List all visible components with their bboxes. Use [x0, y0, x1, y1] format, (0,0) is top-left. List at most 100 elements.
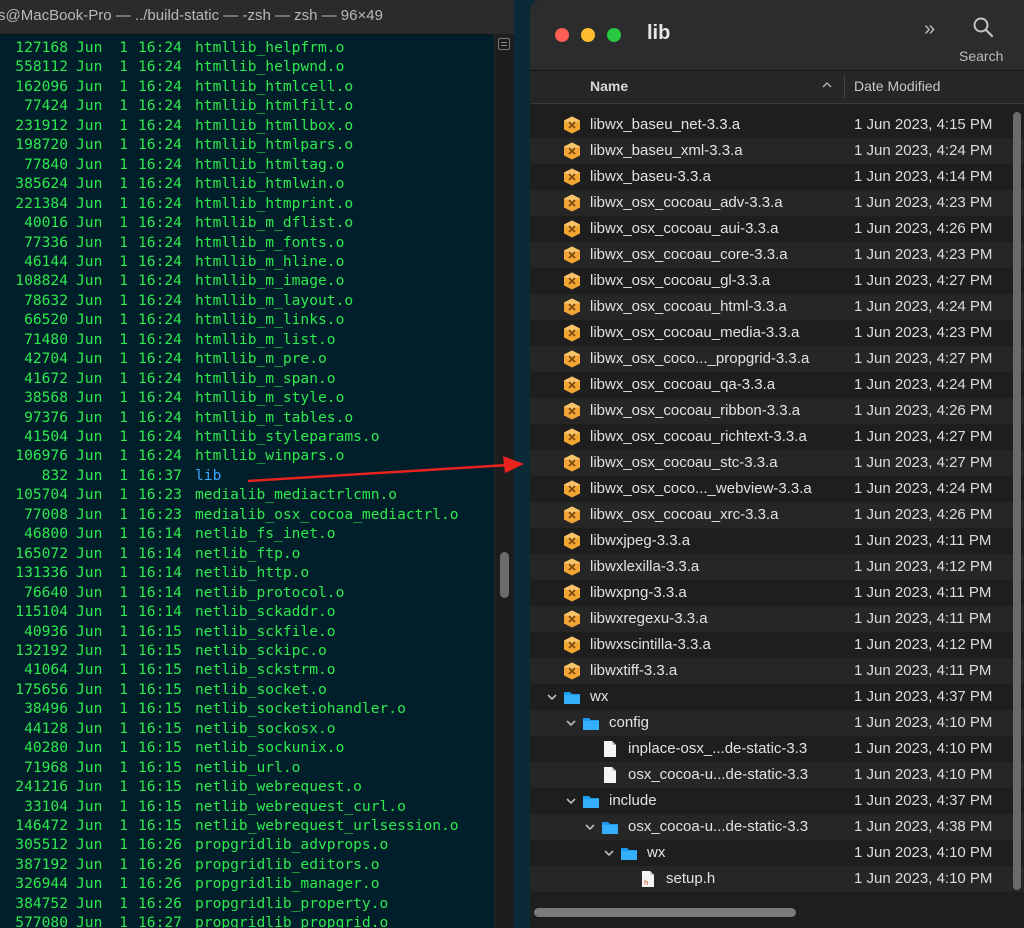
- file-time: 16:15: [138, 700, 182, 718]
- terminal-scrollbar[interactable]: [494, 34, 514, 928]
- scrollbar-menu-icon[interactable]: [498, 38, 510, 50]
- vertical-scroll-thumb[interactable]: [1013, 112, 1021, 890]
- file-name: libwxregexu-3.3.a: [590, 610, 708, 627]
- file-row[interactable]: libwxscintilla-3.3.a 1 Jun 2023, 4:12 PM: [530, 632, 1024, 658]
- file-size: 131336: [15, 564, 68, 582]
- folder-row[interactable]: include 1 Jun 2023, 4:37 PM: [530, 788, 1024, 814]
- file-month: Jun: [76, 641, 103, 659]
- file-row[interactable]: libwx_osx_cocoau_qa-3.3.a 1 Jun 2023, 4:2…: [530, 372, 1024, 398]
- file-row[interactable]: libwxregexu-3.3.a 1 Jun 2023, 4:11 PM: [530, 606, 1024, 632]
- chevron-down-icon[interactable]: [566, 796, 576, 806]
- file-row[interactable]: libwx_osx_cocoau_media-3.3.a 1 Jun 2023, …: [530, 320, 1024, 346]
- file-row[interactable]: libwx_osx_cocoau_core-3.3.a 1 Jun 2023, 4…: [530, 242, 1024, 268]
- file-name: netlib_webrequest_curl.o: [195, 797, 406, 815]
- file-month: Jun: [76, 447, 103, 465]
- close-button[interactable]: [555, 28, 569, 42]
- date-modified: 1 Jun 2023, 4:23 PM: [854, 194, 993, 211]
- file-name: lib: [195, 466, 222, 484]
- file-row[interactable]: libwxjpeg-3.3.a 1 Jun 2023, 4:11 PM: [530, 528, 1024, 554]
- file-time: 16:24: [138, 311, 182, 329]
- file-row[interactable]: libwxtiff-3.3.a 1 Jun 2023, 4:11 PM: [530, 658, 1024, 684]
- archive-file-icon: [564, 662, 580, 680]
- file-size: 305512: [15, 836, 68, 854]
- file-row[interactable]: libwx_osx_cocoau_richtext-3.3.a 1 Jun 202…: [530, 424, 1024, 450]
- file-row[interactable]: libwx_osx_cocoau_xrc-3.3.a 1 Jun 2023, 4:…: [530, 502, 1024, 528]
- file-day: 1: [119, 447, 128, 465]
- file-day: 1: [119, 680, 128, 698]
- date-modified: 1 Jun 2023, 4:15 PM: [854, 116, 993, 133]
- archive-file-icon: [564, 636, 580, 654]
- archive-file-icon: [564, 350, 580, 368]
- file-month: Jun: [76, 466, 103, 484]
- file-row[interactable]: libwx_osx_cocoau_ribbon-3.3.a 1 Jun 2023,…: [530, 398, 1024, 424]
- file-month: Jun: [76, 564, 103, 582]
- file-row[interactable]: libwx_osx_cocoau_html-3.3.a 1 Jun 2023, 4…: [530, 294, 1024, 320]
- column-divider[interactable]: [844, 75, 845, 99]
- terminal-titlebar[interactable]: s@MacBook-Pro — ../build-static — -zsh —…: [0, 0, 514, 35]
- folder-row[interactable]: osx_cocoa-u...de-static-3.3 1 Jun 2023, 4…: [530, 814, 1024, 840]
- file-name: netlib_webrequest.o: [195, 778, 362, 796]
- column-header-date-modified[interactable]: Date Modified: [854, 78, 940, 94]
- file-row[interactable]: libwx_osx_coco..._webview-3.3.a 1 Jun 202…: [530, 476, 1024, 502]
- file-size: 221384: [15, 194, 68, 212]
- file-size: 241216: [15, 778, 68, 796]
- terminal-output[interactable]: 127168 Jun 1 16:24 htmllib_helpfrm.o 558112 Ju…: [0, 38, 496, 928]
- archive-file-icon: [564, 376, 580, 394]
- archive-file-icon: [564, 532, 580, 550]
- archive-file-icon: [564, 480, 580, 498]
- terminal-scroll-thumb[interactable]: [500, 552, 509, 598]
- folder-icon: [621, 848, 637, 860]
- chevron-double-right-icon[interactable]: »: [924, 18, 935, 41]
- file-row[interactable]: libwxpng-3.3.a 1 Jun 2023, 4:11 PM: [530, 580, 1024, 606]
- date-modified: 1 Jun 2023, 4:37 PM: [854, 688, 993, 705]
- archive-file-icon: [564, 558, 580, 576]
- file-row[interactable]: libwx_baseu-3.3.a 1 Jun 2023, 4:14 PM: [530, 164, 1024, 190]
- folder-row[interactable]: config 1 Jun 2023, 4:10 PM: [530, 710, 1024, 736]
- minimize-button[interactable]: [581, 28, 595, 42]
- file-row[interactable]: libwxlexilla-3.3.a 1 Jun 2023, 4:12 PM: [530, 554, 1024, 580]
- file-size: 77336: [24, 233, 68, 251]
- search-label[interactable]: Search: [959, 48, 1003, 64]
- file-name: netlib_protocol.o: [195, 583, 345, 601]
- chevron-down-icon[interactable]: [604, 848, 614, 858]
- file-row[interactable]: h setup.h 1 Jun 2023, 4:10 PM: [530, 866, 1024, 892]
- folder-row[interactable]: wx 1 Jun 2023, 4:37 PM: [530, 684, 1024, 710]
- archive-file-icon: [564, 194, 580, 212]
- date-modified: 1 Jun 2023, 4:27 PM: [854, 272, 993, 289]
- file-row[interactable]: libwx_osx_cocoau_adv-3.3.a 1 Jun 2023, 4:…: [530, 190, 1024, 216]
- file-row[interactable]: libwx_baseu_net-3.3.a 1 Jun 2023, 4:15 PM: [530, 112, 1024, 138]
- file-row[interactable]: libwx_osx_cocoau_aui-3.3.a 1 Jun 2023, 4:…: [530, 216, 1024, 242]
- file-time: 16:15: [138, 758, 182, 776]
- file-month: Jun: [76, 428, 103, 445]
- file-month: Jun: [76, 369, 103, 387]
- file-day: 1: [119, 136, 128, 154]
- chevron-down-icon[interactable]: [566, 718, 576, 728]
- archive-file-icon: [564, 402, 580, 420]
- horizontal-scroll-thumb[interactable]: [534, 908, 796, 917]
- file-row[interactable]: osx_cocoa-u...de-static-3.3 1 Jun 2023, 4…: [530, 762, 1024, 788]
- document-icon: [604, 767, 616, 783]
- file-row[interactable]: libwx_osx_coco..._propgrid-3.3.a 1 Jun 20…: [530, 346, 1024, 372]
- folder-row[interactable]: wx 1 Jun 2023, 4:10 PM: [530, 840, 1024, 866]
- date-modified: 1 Jun 2023, 4:10 PM: [854, 766, 993, 783]
- file-month: Jun: [76, 700, 103, 718]
- chevron-down-icon[interactable]: [585, 822, 595, 832]
- zoom-button[interactable]: [607, 28, 621, 42]
- file-day: 1: [119, 77, 128, 95]
- file-name: netlib_sockosx.o: [195, 719, 336, 737]
- file-size: 40936: [24, 622, 68, 640]
- file-row[interactable]: libwx_osx_cocoau_gl-3.3.a 1 Jun 2023, 4:2…: [530, 268, 1024, 294]
- search-icon[interactable]: [972, 16, 994, 38]
- file-row[interactable]: inplace-osx_...de-static-3.3 1 Jun 2023, …: [530, 736, 1024, 762]
- file-row[interactable]: libwx_baseu_xml-3.3.a 1 Jun 2023, 4:24 PM: [530, 138, 1024, 164]
- chevron-down-icon[interactable]: [547, 692, 557, 702]
- file-month: Jun: [76, 136, 103, 154]
- file-row[interactable]: libwx_osx_cocoau_stc-3.3.a 1 Jun 2023, 4:…: [530, 450, 1024, 476]
- file-name: netlib_sockunix.o: [195, 739, 345, 757]
- file-time: 16:14: [138, 544, 182, 562]
- file-name: libwxscintilla-3.3.a: [590, 636, 711, 653]
- column-header-name[interactable]: Name: [590, 78, 628, 94]
- date-modified: 1 Jun 2023, 4:27 PM: [854, 454, 993, 471]
- file-time: 16:15: [138, 719, 182, 737]
- file-month: Jun: [76, 603, 103, 621]
